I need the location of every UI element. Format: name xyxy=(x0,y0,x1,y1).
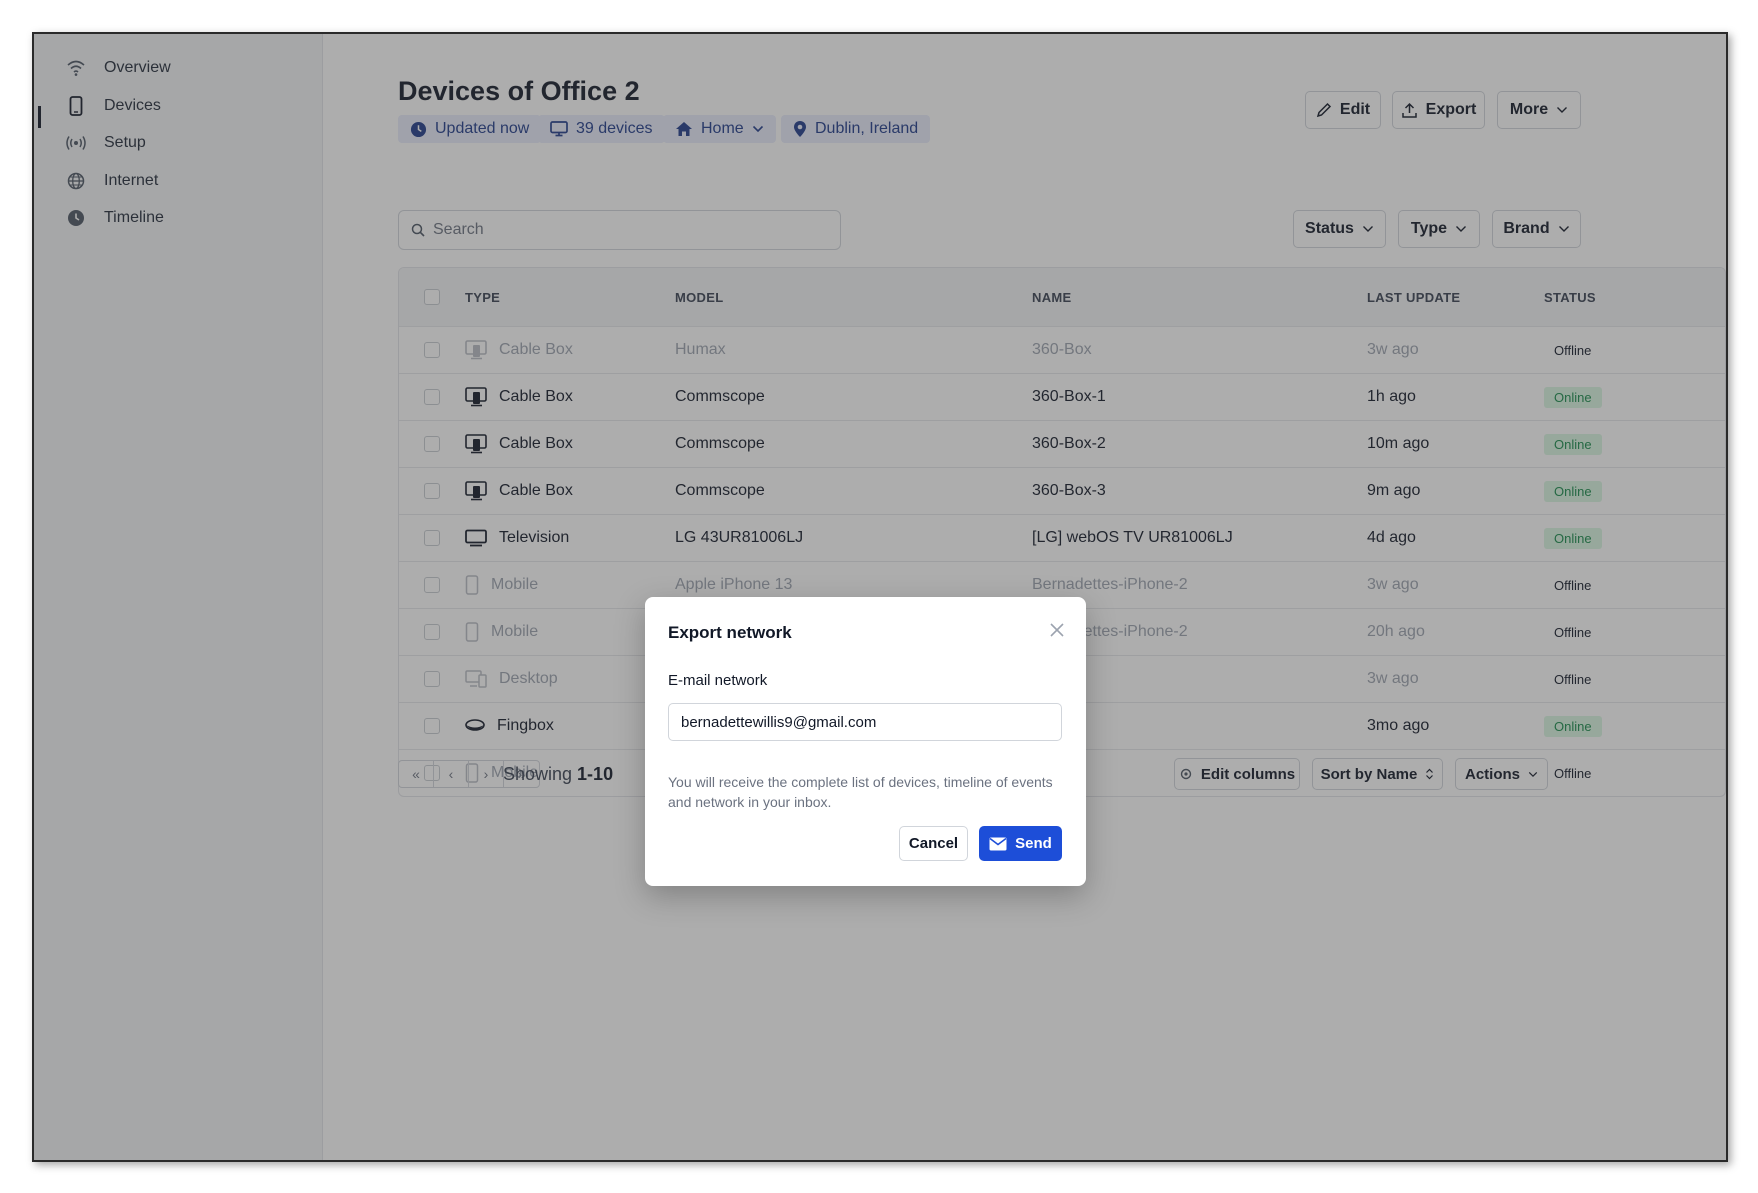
envelope-icon xyxy=(989,837,1007,850)
email-label: E-mail network xyxy=(668,672,768,689)
close-icon[interactable] xyxy=(1046,619,1068,641)
email-field[interactable] xyxy=(668,703,1062,741)
dialog-title: Export network xyxy=(668,623,792,642)
cancel-button[interactable]: Cancel xyxy=(899,826,968,861)
send-button[interactable]: Send xyxy=(979,826,1062,861)
export-network-dialog: Export network E-mail network You will r… xyxy=(645,597,1086,886)
export-info-text: You will receive the complete list of de… xyxy=(668,774,1053,810)
app-window: Overview Devices Setup Internet Timeline xyxy=(32,32,1728,1162)
